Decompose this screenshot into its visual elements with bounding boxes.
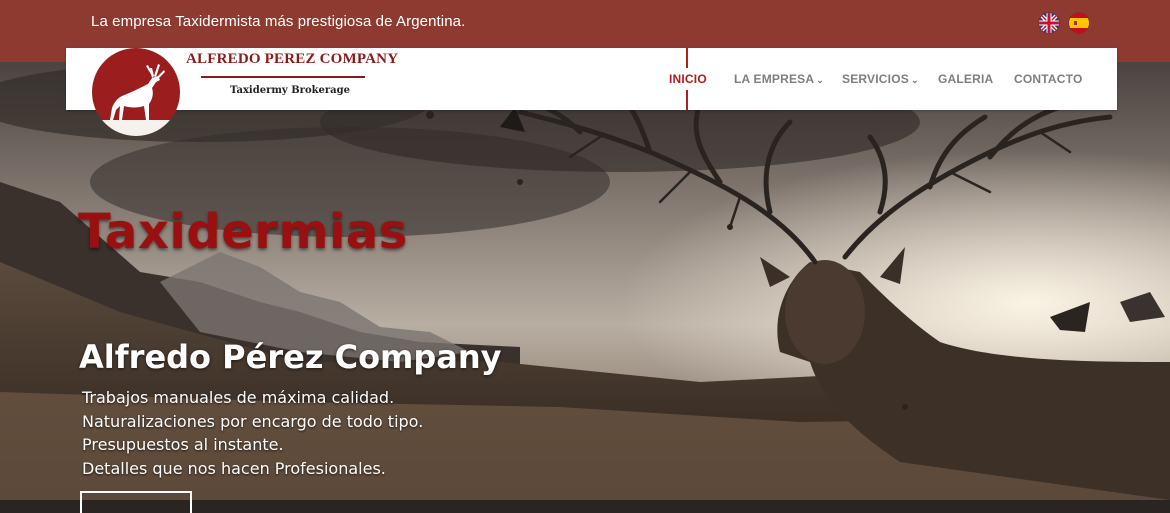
nav-item-label: LA EMPRESA <box>734 72 815 86</box>
logo-base <box>92 120 180 136</box>
nav-item-contacto[interactable]: CONTACTO <box>1014 72 1083 86</box>
tagline: La empresa Taxidermista más prestigiosa … <box>91 13 466 30</box>
logo[interactable] <box>92 48 180 136</box>
hero-subtitle: Alfredo Pérez Company <box>79 338 502 376</box>
hero-description: Trabajos manuales de máxima calidad. Nat… <box>82 386 423 480</box>
brand-title: ALFREDO PEREZ COMPANY <box>186 51 399 67</box>
brand-subtitle: Taxidermy Brokerage <box>230 85 351 96</box>
nav-item-servicios[interactable]: SERVICIOS ⌄ <box>842 72 919 86</box>
hero-line: Detalles que nos hacen Profesionales. <box>82 458 386 478</box>
nav-active-indicator-top <box>686 48 688 68</box>
hero-line: Trabajos manuales de máxima calidad. <box>82 388 395 407</box>
nav-active-indicator-bottom <box>686 90 688 110</box>
nav-item-label: SERVICIOS <box>842 72 909 86</box>
hero-title: Taxidermias <box>78 204 408 260</box>
brand-divider <box>201 76 365 78</box>
nav-item-inicio[interactable]: INICIO <box>669 72 707 86</box>
spain-flag-icon[interactable] <box>1069 13 1089 33</box>
hero-line: Presupuestos al instante. <box>82 435 284 454</box>
chevron-down-icon: ⌄ <box>816 75 824 85</box>
hero-cta-button[interactable] <box>80 491 192 513</box>
chevron-down-icon: ⌄ <box>910 75 919 85</box>
uk-flag-icon[interactable] <box>1039 13 1059 33</box>
hero-line: Naturalizaciones por encargo de todo tip… <box>82 411 424 431</box>
nav-item-galeria[interactable]: GALERIA <box>938 72 993 86</box>
nav-item-la-empresa[interactable]: LA EMPRESA ⌄ <box>734 72 824 86</box>
